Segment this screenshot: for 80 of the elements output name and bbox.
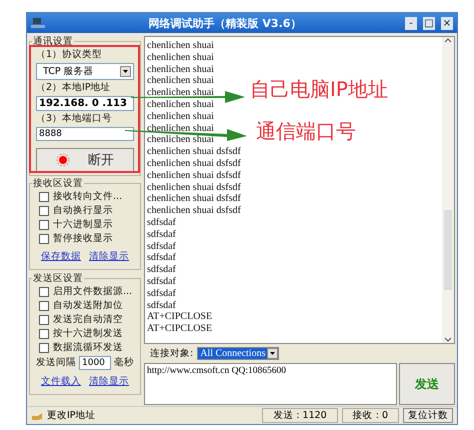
log-line: sdfsdaf <box>147 288 176 300</box>
option-label: 按十六进制发送 <box>53 328 123 340</box>
send-button[interactable]: 发送 <box>399 363 455 405</box>
checkbox[interactable] <box>39 315 49 325</box>
connection-select[interactable]: All Connections <box>197 347 280 360</box>
hand-icon <box>31 410 43 420</box>
annotation: 通信端口号 <box>256 118 356 145</box>
log-line: chenlichen shuai <box>147 64 214 76</box>
option-label: 启用文件数据源... <box>53 286 132 298</box>
interval-field[interactable]: 1000 <box>79 356 111 370</box>
ip-field[interactable]: 192.168. 0 .113 <box>36 96 134 111</box>
checkbox[interactable] <box>39 192 49 202</box>
log-line: chenlichen shuai dsfsdf <box>147 158 241 170</box>
log-line: sdfsdaf <box>147 228 176 241</box>
status-message: 更改IP地址 <box>47 409 97 422</box>
caret-icon <box>267 348 278 359</box>
protocol-select[interactable]: TCP 服务器 <box>36 63 134 80</box>
log-line: chenlichen shuai <box>147 134 214 146</box>
log-line: chenlichen shuai dsfsdf <box>147 146 241 158</box>
option-label: 自动发送附加位 <box>53 300 123 312</box>
checkbox[interactable] <box>39 234 49 244</box>
window-control[interactable]: × <box>441 16 453 30</box>
connect-button[interactable]: 断开 <box>36 148 134 172</box>
log-line: sdfsdaf <box>147 276 176 288</box>
option-label: 十六进制显示 <box>53 219 113 231</box>
scroll-down-icon[interactable] <box>444 337 452 343</box>
checkbox[interactable] <box>39 287 49 297</box>
field-label: （1）协议类型 <box>36 49 104 61</box>
scrollbar[interactable] <box>442 37 454 343</box>
log-line: chenlichen shuai dsfsdf <box>147 193 241 206</box>
log-line: sdfsdaf <box>147 252 176 264</box>
field-label: 发送间隔 <box>36 357 76 369</box>
option-label: 发送完自动清空 <box>53 314 123 326</box>
link[interactable]: 清除显示 <box>89 375 129 388</box>
link[interactable]: 文件载入 <box>41 375 81 388</box>
log-line: sdfsdaf <box>147 300 176 312</box>
log-line: sdfsdaf <box>147 264 176 276</box>
field-label: （3）本地端口号 <box>36 113 114 125</box>
log-line: sdfsdaf <box>147 240 176 252</box>
field-label: （2）本地IP地址 <box>36 82 112 94</box>
unit-label: 毫秒 <box>114 357 134 369</box>
option-label: 接收转向文件... <box>53 191 122 203</box>
log-line: chenlichen shuai <box>147 110 214 123</box>
sent-count: 发送 : 1120 <box>262 408 338 423</box>
group-legend: 接收区设置 <box>32 178 84 189</box>
log-line: chenlichen shuai <box>147 98 214 111</box>
checkbox[interactable] <box>39 329 49 339</box>
caret-icon <box>120 66 131 77</box>
log-line: chenlichen shuai <box>147 87 214 99</box>
log-line: chenlichen shuai <box>147 40 214 52</box>
window-title: 网络调试助手（精装版 V3.6） <box>148 16 302 30</box>
option-label: 自动换行显示 <box>53 205 113 217</box>
scroll-up-icon[interactable] <box>444 37 452 43</box>
checkbox[interactable] <box>39 220 49 230</box>
field-label: 连接对象: <box>150 348 194 360</box>
option-label: 暂停接收显示 <box>53 233 113 245</box>
option-label: 数据流循环发送 <box>53 342 123 354</box>
window-control[interactable]: □ <box>423 16 435 30</box>
log-line: chenlichen shuai <box>147 75 214 88</box>
checkbox[interactable] <box>39 301 49 311</box>
log-line: AT+CIPCLOSE <box>147 323 212 335</box>
log-line: chenlichen shuai <box>147 52 214 64</box>
port-field[interactable]: 8888 <box>36 127 134 141</box>
link[interactable]: 保存数据 <box>41 250 81 263</box>
log-line: chenlichen shuai dsfsdf <box>147 182 241 194</box>
window-control[interactable]: - <box>405 16 417 30</box>
reset-button[interactable]: 复位计数 <box>403 408 453 423</box>
log-line: AT+CIPCLOSE <box>147 311 212 324</box>
checkbox[interactable] <box>39 206 49 216</box>
checkbox[interactable] <box>39 343 49 353</box>
received-count: 接收 : 0 <box>342 408 399 423</box>
log-line: chenlichen shuai dsfsdf <box>147 205 241 217</box>
log-line: sdfsdaf <box>147 216 176 229</box>
annotation: 自己电脑IP地址 <box>250 76 388 103</box>
log-line: chenlichen shuai <box>147 122 214 134</box>
send-field[interactable]: http://www.cmsoft.cn QQ:10865600 <box>144 363 397 405</box>
group-legend: 发送区设置 <box>32 273 84 284</box>
log-line: chenlichen shuai dsfsdf <box>147 170 241 182</box>
app-icon <box>31 17 45 29</box>
link[interactable]: 清除显示 <box>89 250 129 263</box>
